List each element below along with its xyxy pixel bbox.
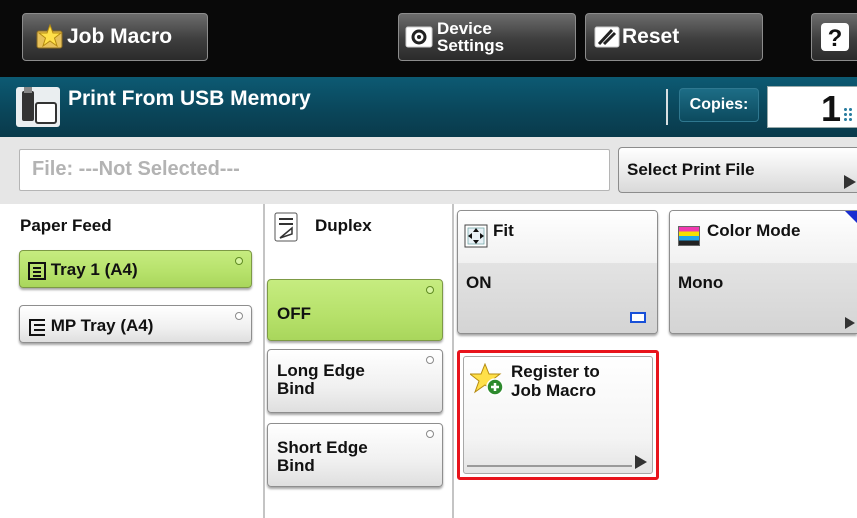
duplex-off-label: OFF: [277, 304, 311, 323]
help-label: ?: [827, 25, 842, 52]
tray1-label: Tray 1 (A4): [50, 260, 138, 279]
column-divider: [452, 204, 454, 518]
color-mode-label: Color Mode: [707, 221, 801, 240]
copies-input[interactable]: 1: [767, 86, 857, 129]
title-bar: Print From USB Memory Copies: 1: [0, 77, 857, 137]
copies-label: Copies:: [679, 88, 759, 122]
job-macro-button[interactable]: Job Macro: [22, 13, 208, 61]
column-divider: [263, 204, 265, 518]
arrow-right-icon: [635, 455, 647, 469]
device-settings-label-2: Settings: [437, 36, 505, 55]
tray-icon: [28, 261, 46, 280]
reset-icon: [594, 26, 620, 48]
fit-label: Fit: [493, 221, 514, 240]
fit-button[interactable]: Fit ON: [457, 210, 658, 334]
unselected-indicator: [235, 312, 243, 320]
color-mode-icon: [678, 226, 700, 246]
selected-indicator: [426, 286, 434, 294]
unselected-indicator: [426, 356, 434, 364]
job-macro-label: Job Macro: [67, 25, 173, 48]
mp-tray-icon: [29, 318, 45, 336]
title-divider: [666, 89, 668, 125]
register-job-macro-button[interactable]: Register to Job Macro: [457, 350, 659, 480]
register-label-2: Job Macro: [511, 381, 597, 400]
duplex-label: Duplex: [315, 216, 372, 235]
device-settings-label-1: Device: [437, 19, 492, 38]
color-mode-value: Mono: [678, 273, 724, 292]
select-print-file-label: Select Print File: [627, 160, 755, 179]
paper-feed-label: Paper Feed: [20, 216, 112, 235]
arrow-right-icon: [845, 317, 855, 329]
corner-marker-icon: [845, 211, 857, 223]
settings-icon: [405, 26, 433, 48]
mp-tray-option[interactable]: MP Tray (A4): [19, 305, 252, 343]
file-field: File: ---Not Selected---: [19, 149, 610, 191]
divider-line: [467, 465, 632, 467]
device-settings-button[interactable]: Device Settings: [398, 13, 576, 61]
fit-icon: [464, 224, 488, 248]
long-edge-label-2: Bind: [277, 379, 315, 398]
color-mode-button[interactable]: Color Mode Mono: [669, 210, 857, 334]
arrow-right-icon: [844, 175, 856, 189]
page-title: Print From USB Memory: [68, 87, 311, 110]
settings-panel: Paper Feed Tray 1 (A4) MP Tray (A4) Dupl…: [0, 204, 857, 518]
reset-label: Reset: [622, 25, 680, 48]
star-add-icon: [470, 363, 504, 396]
star-folder-icon: [36, 24, 63, 49]
short-edge-label-1: Short Edge: [277, 438, 368, 457]
short-edge-bind-option[interactable]: Short Edge Bind: [267, 423, 443, 487]
tray1-option[interactable]: Tray 1 (A4): [19, 250, 252, 288]
fit-value: ON: [466, 273, 492, 292]
usb-memory-icon: [16, 87, 60, 127]
keypad-icon: [843, 107, 853, 121]
unselected-indicator: [426, 430, 434, 438]
help-button[interactable]: ?: [811, 13, 857, 61]
page-frame-icon: [630, 312, 646, 323]
duplex-icon: [274, 212, 298, 242]
copies-value: 1: [820, 88, 841, 129]
help-icon: ?: [820, 23, 849, 52]
long-edge-bind-option[interactable]: Long Edge Bind: [267, 349, 443, 413]
mp-tray-label: MP Tray (A4): [50, 316, 154, 335]
register-label-1: Register to: [511, 362, 600, 381]
long-edge-label-1: Long Edge: [277, 361, 365, 380]
file-row: File: ---Not Selected--- Select Print Fi…: [0, 137, 857, 204]
selected-indicator: [235, 257, 243, 265]
short-edge-label-2: Bind: [277, 456, 315, 475]
reset-button[interactable]: Reset: [585, 13, 763, 61]
top-bar: Job Macro Device Settings Reset ?: [0, 0, 857, 77]
select-print-file-button[interactable]: Select Print File: [618, 147, 857, 193]
duplex-off-option[interactable]: OFF: [267, 279, 443, 341]
